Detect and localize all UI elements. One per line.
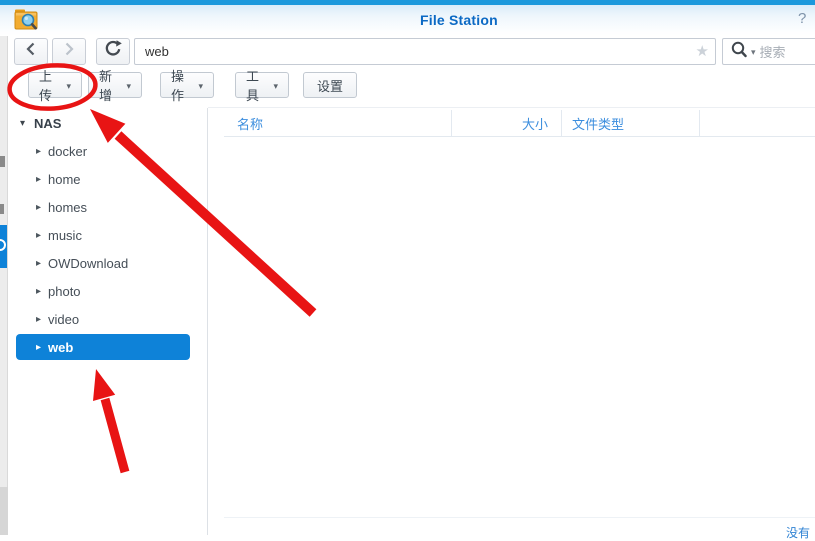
upload-button[interactable]: 上传 ▾	[28, 72, 82, 98]
address-input[interactable]	[145, 39, 685, 64]
sidebar-root-label: NAS	[34, 116, 61, 131]
sidebar-divider	[207, 108, 208, 535]
sidebar-item-docker[interactable]: ▸ docker	[36, 138, 192, 164]
background-window-footer-fragment	[0, 487, 8, 535]
address-bar[interactable]: ★	[134, 38, 716, 65]
sidebar-item-label: homes	[48, 200, 87, 215]
tools-button[interactable]: 工具 ▾	[235, 72, 289, 98]
tree-collapsed-icon[interactable]: ▸	[36, 174, 48, 185]
search-box[interactable]: ▾ 搜索	[722, 38, 815, 65]
statusbar-divider	[224, 517, 815, 518]
action-button-label: 操作	[171, 66, 193, 104]
sidebar-item-web[interactable]: ▸ web	[16, 334, 190, 360]
chevron-left-icon	[24, 41, 38, 62]
refresh-icon	[102, 38, 124, 65]
dropdown-caret-icon: ▾	[273, 81, 278, 92]
sidebar-item-label: music	[48, 228, 82, 243]
refresh-button[interactable]	[96, 38, 130, 65]
help-icon[interactable]: ?	[798, 10, 806, 27]
create-button[interactable]: 新增 ▾	[88, 72, 142, 98]
list-top-border	[208, 107, 815, 108]
background-window-fragment	[0, 204, 4, 214]
sidebar-item-label: OWDownload	[48, 256, 128, 271]
window-title: File Station	[420, 12, 498, 28]
dropdown-caret-icon: ▾	[126, 81, 131, 92]
dropdown-caret-icon: ▾	[198, 81, 203, 92]
action-button[interactable]: 操作 ▾	[160, 72, 214, 98]
background-window-sliver	[0, 36, 8, 535]
settings-button[interactable]: 设置	[303, 72, 357, 98]
sidebar-item-label: docker	[48, 144, 87, 159]
tree-collapsed-icon[interactable]: ▸	[36, 230, 48, 241]
column-header-extra[interactable]	[700, 110, 815, 136]
sidebar-item-home[interactable]: ▸ home	[36, 166, 192, 192]
tree-expanded-icon[interactable]: ▾	[20, 118, 34, 129]
tools-button-label: 工具	[246, 66, 268, 104]
upload-button-label: 上传	[39, 66, 61, 104]
list-header-underline	[224, 136, 815, 137]
sidebar-item-photo[interactable]: ▸ photo	[36, 278, 192, 304]
tree-collapsed-icon[interactable]: ▸	[36, 258, 48, 269]
sidebar-item-music[interactable]: ▸ music	[36, 222, 192, 248]
tree-collapsed-icon[interactable]: ▸	[36, 146, 48, 157]
sidebar-item-label: web	[48, 340, 73, 355]
sidebar-item-label: home	[48, 172, 81, 187]
sidebar-item-video[interactable]: ▸ video	[36, 306, 192, 332]
search-placeholder: 搜索	[760, 42, 786, 61]
column-header-name[interactable]: 名称	[224, 110, 452, 136]
tree-collapsed-icon[interactable]: ▸	[36, 342, 48, 353]
column-header-size[interactable]: 大小	[452, 110, 562, 136]
sidebar-item-label: photo	[48, 284, 81, 299]
search-icon	[730, 40, 748, 64]
settings-button-label: 设置	[317, 76, 343, 95]
empty-list-hint: 没有	[786, 524, 810, 541]
sidebar-item-nas[interactable]: ▾ NAS	[20, 114, 61, 132]
search-scope-caret-icon[interactable]: ▾	[751, 47, 756, 58]
sidebar-item-homes[interactable]: ▸ homes	[36, 194, 192, 220]
background-window-fragment	[0, 156, 5, 167]
column-header-filetype[interactable]: 文件类型	[562, 110, 700, 136]
tree-collapsed-icon[interactable]: ▸	[36, 314, 48, 325]
tree-collapsed-icon[interactable]: ▸	[36, 286, 48, 297]
titlebar	[0, 5, 815, 36]
tree-collapsed-icon[interactable]: ▸	[36, 202, 48, 213]
sidebar-item-owdownload[interactable]: ▸ OWDownload	[36, 250, 192, 276]
back-button[interactable]	[14, 38, 48, 65]
file-station-app-icon	[14, 8, 38, 31]
forward-button[interactable]	[52, 38, 86, 65]
annotation-arrow-web	[93, 369, 125, 472]
sidebar-item-label: video	[48, 312, 79, 327]
create-button-label: 新增	[99, 66, 121, 104]
chevron-right-icon	[62, 41, 76, 62]
dropdown-caret-icon: ▾	[66, 81, 71, 92]
favorite-star-icon[interactable]: ★	[696, 42, 709, 60]
